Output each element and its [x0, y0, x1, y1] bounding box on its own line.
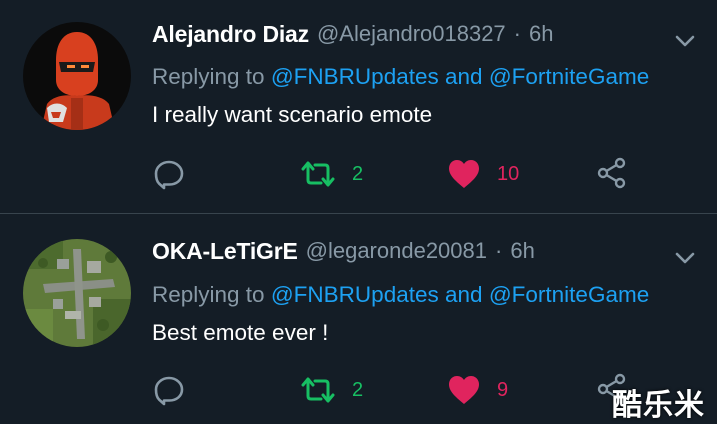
like-count: 9 — [497, 378, 509, 401]
retweet-icon — [301, 377, 335, 403]
replying-to: Replying to @FNBRUpdates and @FortniteGa… — [152, 64, 649, 90]
user-handle[interactable]: @legaronde20081 — [306, 238, 487, 264]
avatar[interactable] — [23, 239, 131, 347]
display-name[interactable]: OKA-LeTiGrE — [152, 238, 298, 265]
retweet-button[interactable]: 2 — [300, 376, 363, 404]
reply-icon — [154, 160, 184, 190]
mention-conjunction: and — [445, 282, 483, 307]
retweet-button[interactable]: 2 — [300, 160, 363, 188]
reply-button[interactable] — [153, 374, 185, 406]
heart-icon — [449, 160, 479, 188]
tweet-header: Alejandro Diaz @Alejandro018327 · 6h — [152, 17, 553, 51]
tweet[interactable]: OKA-LeTiGrE @legaronde20081 · 6h Replyin… — [0, 214, 717, 424]
replying-prefix: Replying to — [152, 282, 265, 307]
avatar[interactable] — [23, 22, 131, 130]
tweet-text: I really want scenario emote — [152, 102, 433, 127]
separator-dot: · — [513, 21, 521, 46]
mention-link[interactable]: @FNBRUpdates — [271, 282, 439, 307]
chevron-down-icon[interactable] — [670, 26, 700, 56]
retweet-icon — [301, 161, 335, 187]
timestamp[interactable]: 6h — [529, 21, 553, 47]
user-handle[interactable]: @Alejandro018327 — [317, 21, 506, 47]
like-button[interactable]: 10 — [447, 158, 519, 190]
like-button[interactable]: 9 — [447, 374, 508, 406]
separator-dot: · — [495, 238, 503, 263]
retweet-count: 2 — [352, 162, 364, 185]
retweet-count: 2 — [352, 378, 364, 401]
reply-button[interactable] — [153, 158, 185, 190]
chevron-down-icon[interactable] — [670, 243, 700, 273]
replying-prefix: Replying to — [152, 64, 265, 89]
mention-link[interactable]: @FortniteGame — [489, 64, 649, 89]
like-count: 10 — [497, 162, 520, 185]
replying-to: Replying to @FNBRUpdates and @FortniteGa… — [152, 282, 649, 308]
display-name[interactable]: Alejandro Diaz — [152, 21, 309, 48]
share-icon — [597, 157, 626, 189]
watermark: 酷乐米 — [612, 388, 705, 423]
tweet-text: Best emote ever ! — [152, 320, 329, 345]
mention-link[interactable]: @FortniteGame — [489, 282, 649, 307]
tweet[interactable]: Alejandro Diaz @Alejandro018327 · 6h Rep… — [0, 0, 717, 213]
mention-conjunction: and — [445, 64, 483, 89]
heart-icon — [449, 376, 479, 404]
share-button[interactable] — [596, 157, 628, 189]
timestamp[interactable]: 6h — [510, 238, 534, 264]
mention-link[interactable]: @FNBRUpdates — [271, 64, 439, 89]
reply-icon — [154, 376, 184, 406]
tweet-header: OKA-LeTiGrE @legaronde20081 · 6h — [152, 234, 535, 268]
